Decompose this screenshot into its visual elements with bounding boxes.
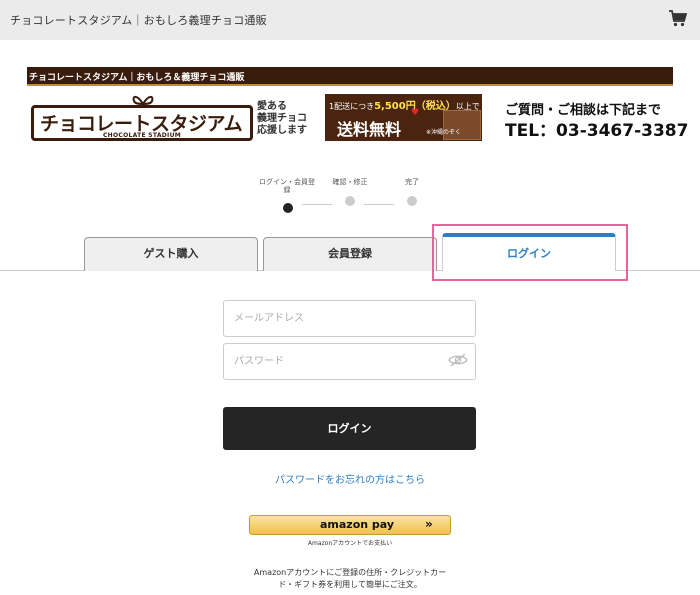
tagline-line-2: 義理チョコ (257, 113, 307, 124)
cart-icon[interactable] (668, 9, 688, 27)
tagline-line-1: 愛ある (257, 101, 287, 112)
banner-condition-prefix: 1配送につき (329, 102, 375, 111)
forgot-password-link[interactable]: パスワードをお忘れの方はこちら (0, 471, 700, 486)
top-bar: チョコレートスタジアム｜おもしろ義理チョコ通販 (0, 0, 700, 40)
tagline: 愛ある 義理チョコ 応援します (257, 101, 307, 137)
brand-bar-text: チョコレートスタジアム｜おもしろ＆義理チョコ通販 (29, 73, 245, 83)
step-label-confirm: 確認・修正 (332, 178, 368, 186)
amazon-note-line-1: Amazonアカウントにご登録の住所・クレジットカー (253, 568, 447, 577)
step-connector (364, 204, 394, 205)
toggle-password-visibility-icon[interactable] (448, 352, 468, 368)
step-dot-complete (407, 196, 417, 206)
free-shipping-banner[interactable]: 1配送につき5,500円（税込）以上で ♥ 送料無料 ※沖縄のぞく (325, 94, 482, 141)
tagline-line-3: 応援します (257, 125, 307, 136)
email-field[interactable] (223, 300, 476, 337)
step-label-login: ログイン・会員登録 (259, 178, 315, 194)
page-title: チョコレートスタジアム｜おもしろ義理チョコ通販 (10, 14, 267, 27)
step-dot-login (283, 203, 293, 213)
password-field[interactable] (223, 343, 476, 380)
logo-frame: チョコレートスタジアム CHOCOLATE STADIUM (31, 105, 253, 141)
step-connector (302, 204, 332, 205)
amazon-note-line-2: ド・ギフト券を利用して簡単にご注文。 (278, 580, 422, 589)
banner-condition-suffix: 以上で (455, 102, 480, 111)
step-dot-confirm (345, 196, 355, 206)
step-label-complete: 完了 (405, 178, 419, 186)
amazon-pay-button[interactable]: amazon pay » (249, 515, 451, 535)
amazon-pay-sublabel: Amazonアカウントでお支払い (307, 540, 393, 547)
heart-icon: ♥ (411, 108, 420, 118)
tab-member-registration[interactable]: 会員登録 (263, 237, 437, 271)
tab-guest-purchase[interactable]: ゲスト購入 (84, 237, 258, 271)
login-button[interactable]: ログイン (223, 407, 476, 450)
banner-condition: 1配送につき5,500円（税込）以上で (329, 97, 480, 112)
amazon-pay-note: Amazonアカウントにご登録の住所・クレジットカー ド・ギフト券を利用して簡単… (0, 567, 700, 591)
chevron-right-icon: » (425, 517, 433, 531)
tab-login[interactable]: ログイン (442, 233, 616, 271)
brand-bar: チョコレートスタジアム｜おもしろ＆義理チョコ通販 (27, 67, 673, 86)
phone-number[interactable]: TEL：03-3467-3387 (505, 116, 688, 141)
banner-note: ※沖縄のぞく (426, 129, 462, 136)
banner-main-text: 送料無料 (337, 120, 402, 139)
site-logo[interactable]: チョコレートスタジアム CHOCOLATE STADIUM (31, 92, 253, 144)
amazon-pay-label: amazon pay (320, 518, 395, 531)
logo-subtext: CHOCOLATE STADIUM (102, 132, 182, 139)
